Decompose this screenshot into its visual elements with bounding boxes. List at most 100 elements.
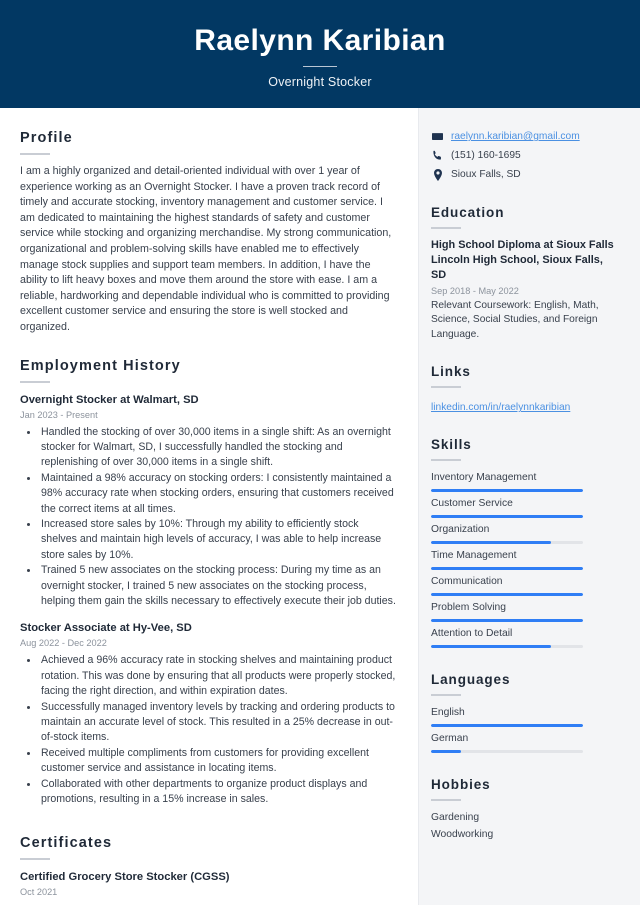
language-label: German — [431, 733, 469, 745]
links-heading: Links — [431, 364, 471, 380]
envelope-icon — [431, 130, 444, 142]
skill-level-fill — [431, 515, 583, 519]
sidebar-column: raelynn.karibian@gmail.com (151) 160-1695… — [418, 108, 640, 905]
header-divider — [303, 65, 337, 67]
language: German — [431, 731, 618, 754]
certificate-date: Oct 2021 — [20, 887, 58, 898]
education-heading: Education — [431, 205, 505, 220]
job-date: Jan 2023 - Present — [20, 409, 98, 420]
employment-list: Overnight Stocker at Walmart, SD Jan 2023… — [20, 392, 396, 808]
section-languages: Languages English German — [431, 672, 618, 754]
contact-text: (151) 160-1695 — [451, 150, 521, 161]
job-bullet: Successfully managed inventory levels by… — [39, 700, 396, 746]
certificate-title: Certified Grocery Store Stocker (CGSS) — [20, 871, 230, 884]
skill-level-track — [431, 645, 583, 649]
languages-list: English German — [431, 705, 618, 754]
job-title: Overnight Stocker at Walmart, SD — [20, 393, 199, 406]
links-heading-divider — [431, 386, 461, 389]
profile-text: I am a highly organized and detail-orien… — [20, 165, 392, 333]
job-title: Stocker Associate at Hy-Vee, SD — [20, 622, 192, 635]
skill-level-track — [431, 489, 583, 493]
links-list: linkedin.com/in/raelynnkaribian — [431, 397, 618, 415]
job-bullet: Collaborated with other departments to o… — [39, 777, 396, 808]
hobby-item: Gardening — [431, 812, 480, 824]
skill-level-fill — [431, 541, 552, 545]
job-bullet: Maintained a 98% accuracy on stocking or… — [39, 471, 396, 517]
skills-heading: Skills — [431, 437, 472, 453]
skill: Problem Solving — [431, 600, 618, 623]
language-level-track — [431, 750, 583, 754]
contact-email-link[interactable]: raelynn.karibian@gmail.com — [451, 130, 580, 144]
language-label: English — [431, 707, 465, 719]
job-date: Aug 2022 - Dec 2022 — [20, 638, 107, 649]
language-level-fill — [431, 750, 462, 754]
education-list: High School Diploma at Sioux Falls Linco… — [431, 238, 618, 342]
skill: Attention to Detail — [431, 626, 618, 649]
section-profile: Profile I am a highly organized and deta… — [20, 130, 396, 336]
languages-heading: Languages — [431, 672, 511, 688]
skill-label: Customer Service — [431, 498, 513, 510]
resume-page: Raelynn Karibian Overnight Stocker Profi… — [0, 0, 640, 905]
education-heading-divider — [431, 227, 461, 229]
job-bullet-list: Achieved a 96% accuracy rate in stocking… — [20, 653, 396, 807]
profile-heading-divider — [20, 153, 50, 155]
resume-body: Profile I am a highly organized and deta… — [0, 108, 640, 905]
location-pin-icon — [431, 168, 444, 181]
language-level-fill — [431, 724, 583, 728]
skill-level-fill — [431, 645, 552, 649]
section-hobbies: Hobbies Gardening Woodworking — [431, 777, 618, 843]
employment-heading: Employment History — [20, 357, 181, 374]
skill: Organization — [431, 522, 618, 545]
education-description: Relevant Coursework: English, Math, Scie… — [431, 299, 599, 340]
hobbies-heading: Hobbies — [431, 777, 491, 793]
section-education: Education High School Diploma at Sioux F… — [431, 205, 618, 342]
job-bullet: Achieved a 96% accuracy rate in stocking… — [39, 653, 396, 699]
job-bullet-list: Handled the stocking of over 30,000 item… — [20, 425, 396, 610]
main-column: Profile I am a highly organized and deta… — [0, 108, 418, 905]
job-bullet: Handled the stocking of over 30,000 item… — [39, 425, 396, 471]
education-item: High School Diploma at Sioux Falls Linco… — [431, 238, 618, 342]
certificates-heading: Certificates — [20, 835, 113, 852]
employment-heading-divider — [20, 380, 50, 383]
skill-label: Time Management — [431, 550, 517, 562]
skill-level-track — [431, 619, 583, 623]
job-bullet: Increased store sales by 10%: Through my… — [39, 517, 396, 563]
skill-level-fill — [431, 567, 583, 571]
skill: Inventory Management — [431, 470, 618, 493]
contact-row: Sioux Falls, SD — [431, 168, 618, 182]
languages-heading-divider — [431, 694, 461, 697]
language: English — [431, 705, 618, 728]
skill-label: Organization — [431, 524, 490, 536]
skill-label: Problem Solving — [431, 602, 506, 614]
contact-info: raelynn.karibian@gmail.com (151) 160-1695… — [431, 130, 618, 182]
skill: Time Management — [431, 548, 618, 571]
education-date: Sep 2018 - May 2022 — [431, 285, 519, 296]
profile-heading: Profile — [20, 130, 73, 146]
certificates-heading-divider — [20, 858, 50, 861]
candidate-name: Raelynn Karibian — [194, 23, 446, 57]
skill-label: Communication — [431, 576, 503, 588]
contact-row[interactable]: raelynn.karibian@gmail.com — [431, 130, 618, 144]
education-title: High School Diploma at Sioux Falls Linco… — [431, 239, 614, 282]
skill-level-track — [431, 593, 583, 597]
profile-link[interactable]: linkedin.com/in/raelynnkaribian — [431, 402, 570, 413]
skill-level-fill — [431, 489, 583, 493]
skill-label: Inventory Management — [431, 472, 537, 484]
section-employment-history: Employment History Overnight Stocker at … — [20, 358, 396, 808]
candidate-job-title: Overnight Stocker — [268, 74, 372, 89]
hobbies-heading-divider — [431, 799, 461, 802]
certificates-list: Certified Grocery Store Stocker (CGSS) Oc… — [20, 869, 396, 899]
skill-level-fill — [431, 593, 583, 597]
skill-label: Attention to Detail — [431, 628, 513, 640]
contact-row: (151) 160-1695 — [431, 149, 618, 163]
skill-level-track — [431, 515, 583, 519]
hobbies-list: Gardening Woodworking — [431, 810, 618, 843]
contact-text: Sioux Falls, SD — [451, 169, 521, 180]
